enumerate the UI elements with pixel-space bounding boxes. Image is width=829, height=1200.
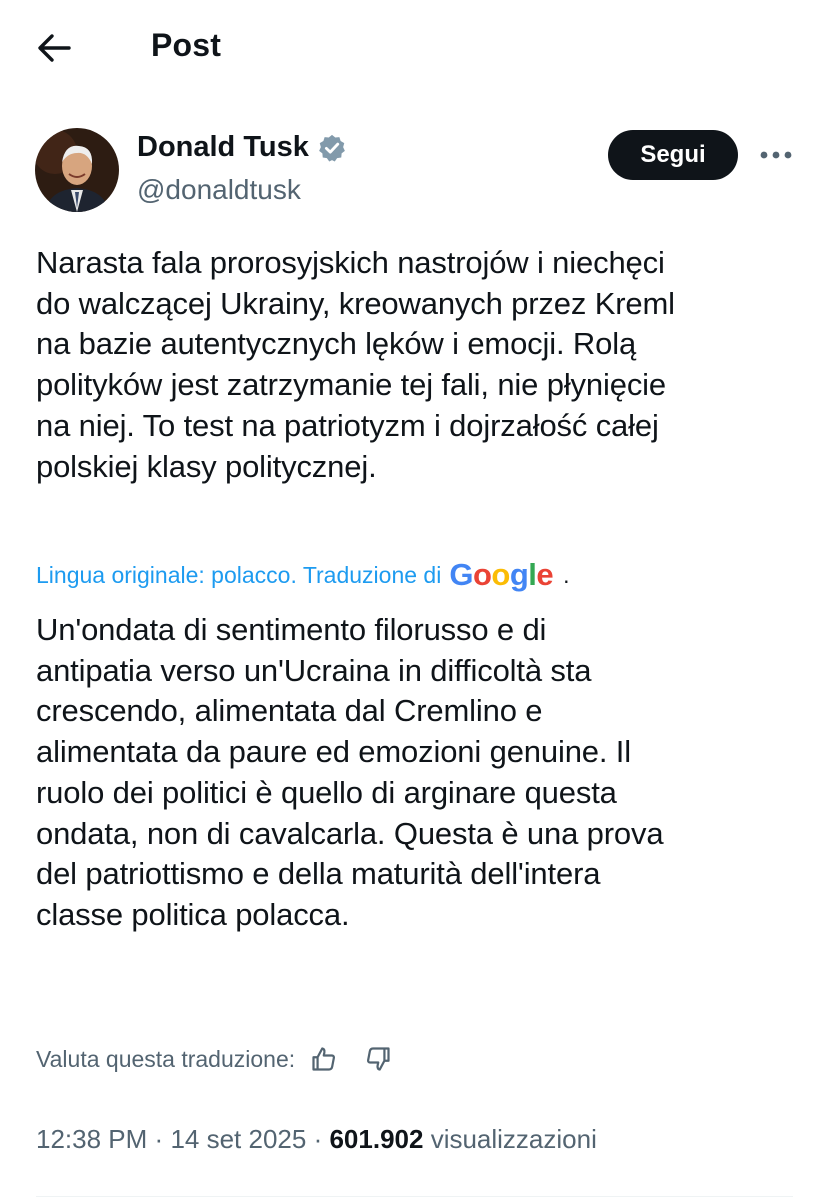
more-options-button[interactable] [756, 138, 796, 172]
top-bar: Post [0, 0, 829, 96]
follow-button[interactable]: Segui [608, 130, 738, 180]
translation-note: Lingua originale: polacco. Traduzione di… [36, 557, 570, 593]
views-count: 601.902 [329, 1124, 424, 1154]
thumbs-down-icon [367, 1047, 390, 1071]
divider [36, 1196, 793, 1197]
thumbs-down-button[interactable] [361, 1042, 395, 1076]
meta-separator: · [313, 1124, 323, 1154]
post-text: Narasta fala prorosyjskich nastrojów i n… [36, 245, 675, 484]
translated-text: Un'ondata di sentimento filorusso e di a… [36, 612, 664, 932]
translation-note-text: Lingua originale: polacco. Traduzione di [36, 561, 442, 588]
thumbs-up-icon [312, 1047, 336, 1071]
views-label: visualizzazioni [430, 1124, 597, 1154]
post-meta: 12:38 PM · 14 set 2025 · 601.902 visuali… [36, 1124, 597, 1155]
author-name-text: Donald Tusk [137, 131, 309, 163]
author-avatar[interactable] [35, 128, 119, 212]
google-logo[interactable]: Google [449, 557, 553, 593]
more-options-icon [760, 151, 792, 159]
page-title: Post [151, 27, 222, 63]
thumbs-up-button[interactable] [307, 1042, 341, 1076]
author-name[interactable]: Donald Tusk [137, 131, 347, 164]
meta-separator: · [154, 1124, 164, 1154]
rate-translation-row: Valuta questa traduzione: [36, 1042, 395, 1076]
post-time[interactable]: 12:38 PM [36, 1124, 147, 1154]
back-arrow-icon [38, 34, 71, 62]
translation-note-dot: . [563, 561, 570, 588]
author-handle[interactable]: @donaldtusk [137, 174, 301, 206]
avatar-photo [35, 128, 119, 212]
rate-translation-label: Valuta questa traduzione: [36, 1045, 296, 1072]
back-button[interactable] [34, 28, 74, 68]
post-date[interactable]: 14 set 2025 [170, 1124, 306, 1154]
verified-badge-icon [319, 134, 345, 161]
